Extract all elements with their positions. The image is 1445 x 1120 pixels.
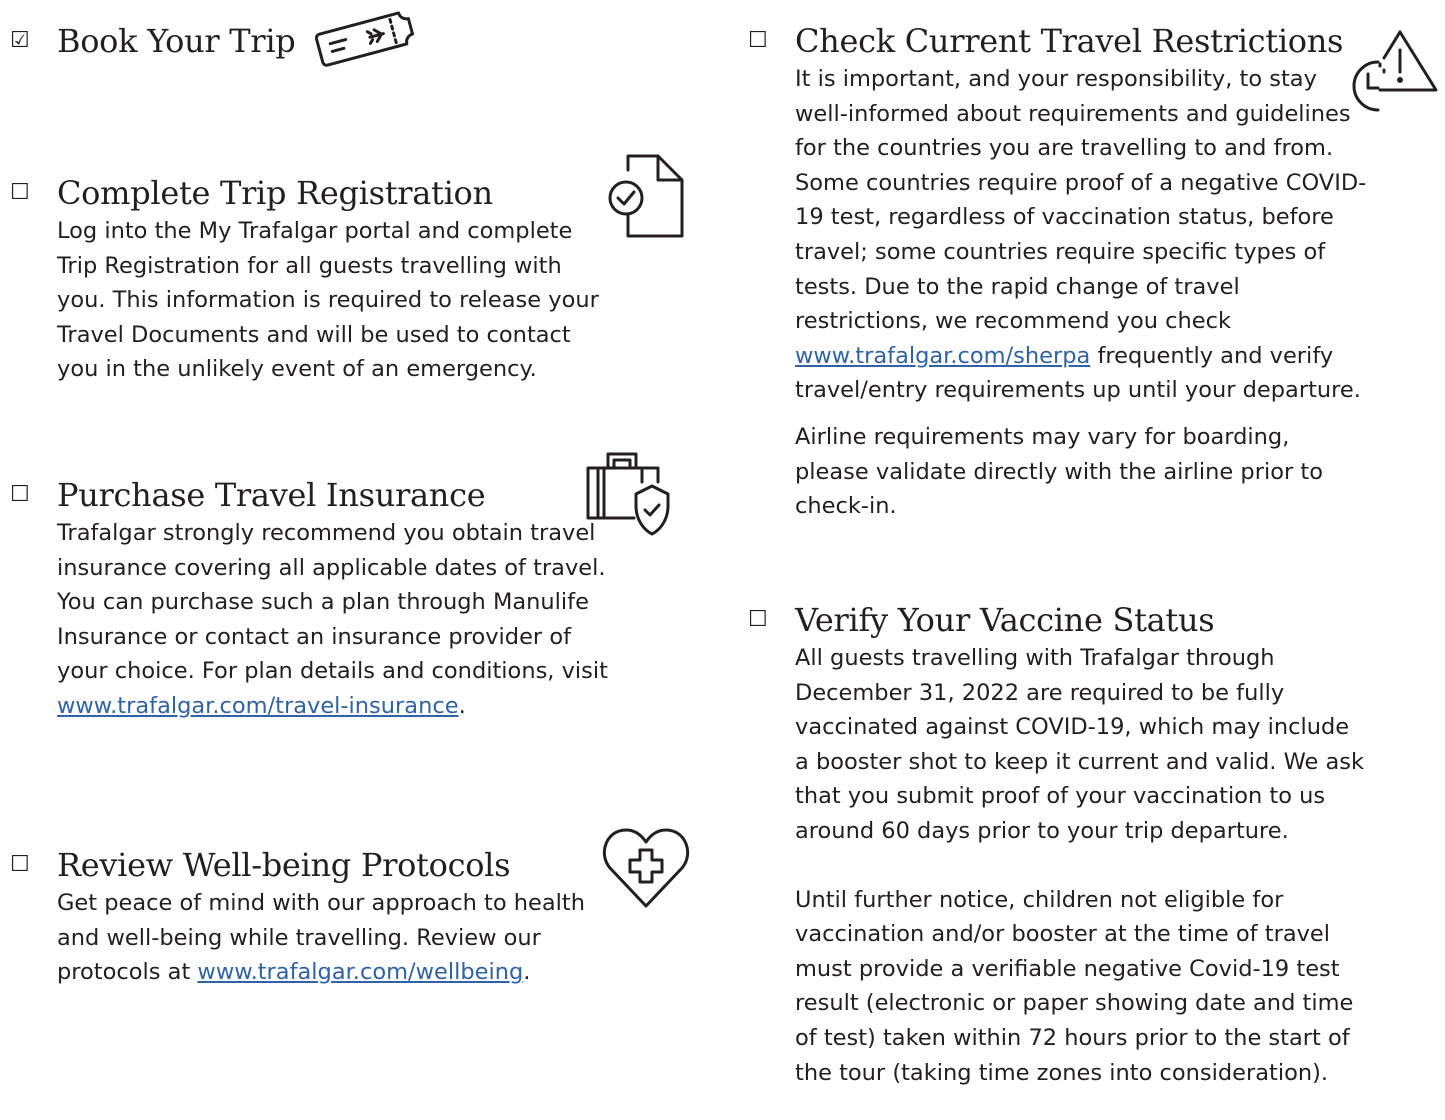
document-check-icon bbox=[606, 152, 688, 240]
checklist-item-wellbeing-protocols: ☐ Review Well-being Protocols Get peace … bbox=[10, 844, 610, 990]
item-title: Check Current Travel Restrictions bbox=[795, 22, 1344, 60]
ticket-icon bbox=[312, 2, 422, 74]
checkbox[interactable]: ☐ bbox=[748, 30, 768, 52]
item-description: Log into the My Trafalgar portal and com… bbox=[57, 218, 599, 383]
item-description: Trafalgar strongly recommend you obtain … bbox=[57, 520, 608, 719]
checklist-item-travel-restrictions: ☐ Check Current Travel Restrictions It i… bbox=[748, 20, 1368, 524]
item-note: Until further notice, children not eligi… bbox=[795, 886, 1354, 1086]
item-title: Verify Your Vaccine Status bbox=[795, 601, 1215, 639]
item-description: Get peace of mind with our approach to h… bbox=[57, 890, 585, 986]
suitcase-shield-icon bbox=[582, 448, 674, 542]
travel-insurance-link[interactable]: www.trafalgar.com/travel-insurance bbox=[57, 693, 459, 719]
item-title: Purchase Travel Insurance bbox=[57, 476, 486, 514]
item-title: Book Your Trip bbox=[57, 22, 296, 60]
item-note: Airline requirements may vary for boardi… bbox=[795, 423, 1323, 520]
item-description: All guests travelling with Trafalgar thr… bbox=[795, 645, 1365, 844]
clock-warning-icon bbox=[1340, 28, 1440, 118]
checklist-item-travel-insurance: ☐ Purchase Travel Insurance Trafalgar st… bbox=[10, 474, 610, 724]
item-title: Review Well-being Protocols bbox=[57, 846, 511, 884]
heart-cross-icon bbox=[600, 824, 692, 910]
checklist-item-trip-registration: ☐ Complete Trip Registration Log into th… bbox=[10, 172, 610, 387]
checklist-item-book-trip: ☑ Book Your Trip bbox=[10, 20, 296, 62]
checkbox[interactable]: ☐ bbox=[10, 182, 30, 204]
item-description: It is important, and your responsibility… bbox=[795, 66, 1367, 404]
sherpa-link[interactable]: www.trafalgar.com/sherpa bbox=[795, 343, 1090, 369]
checklist-item-vaccine-status: ☐ Verify Your Vaccine Status All guests … bbox=[748, 599, 1368, 1090]
wellbeing-link[interactable]: www.trafalgar.com/wellbeing bbox=[197, 959, 523, 985]
item-title: Complete Trip Registration bbox=[57, 174, 493, 212]
checkbox-checked[interactable]: ☑ bbox=[10, 30, 30, 52]
checkbox[interactable]: ☐ bbox=[748, 609, 768, 631]
checkbox[interactable]: ☐ bbox=[10, 854, 30, 876]
checkbox[interactable]: ☐ bbox=[10, 484, 30, 506]
